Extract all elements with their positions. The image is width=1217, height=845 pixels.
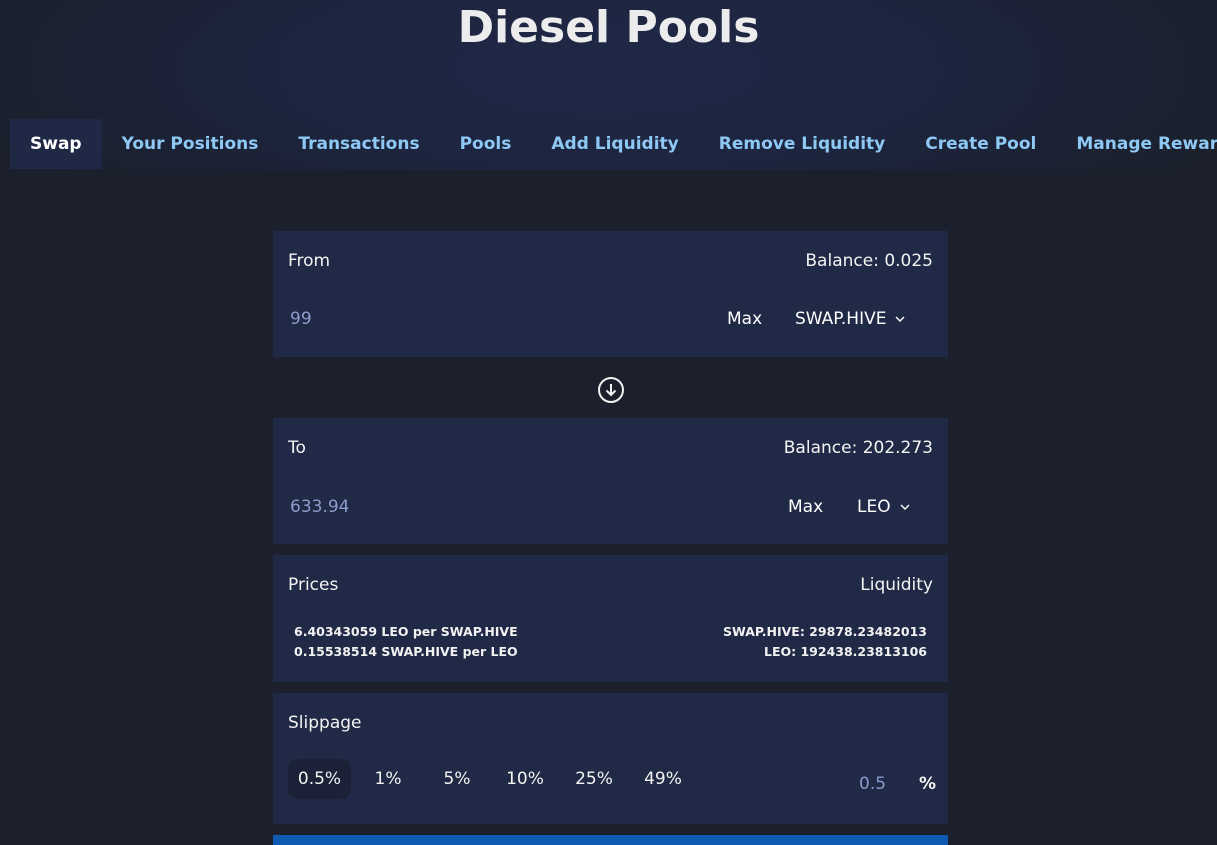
slippage-option-1[interactable]: 1%	[362, 759, 414, 799]
slippage-option-25[interactable]: 25%	[568, 759, 620, 799]
slippage-unit: %	[919, 774, 937, 794]
from-label: From	[288, 251, 331, 271]
swap-submit-button[interactable]	[273, 835, 948, 845]
liquidity-label: Liquidity	[860, 575, 933, 595]
tab-create-pool[interactable]: Create Pool	[905, 119, 1056, 169]
slippage-option-10[interactable]: 10%	[499, 759, 551, 799]
price-line: 6.40343059 LEO per SWAP.HIVE	[294, 624, 518, 639]
from-token-label: SWAP.HIVE	[795, 309, 887, 329]
prices-panel: Prices Liquidity 6.40343059 LEO per SWAP…	[273, 555, 948, 682]
from-panel: From Balance: 0.025 Max SWAP.HIVE	[273, 231, 948, 357]
from-balance: Balance: 0.025	[805, 251, 933, 271]
from-amount-input[interactable]	[290, 309, 590, 329]
page-title: Diesel Pools	[457, 2, 760, 53]
arrow-down-circle-icon[interactable]	[596, 375, 626, 405]
tab-remove-liquidity[interactable]: Remove Liquidity	[699, 119, 906, 169]
slippage-option-0-5[interactable]: 0.5%	[288, 759, 351, 799]
liquidity-line: SWAP.HIVE: 29878.23482013	[722, 624, 927, 639]
main-nav: Swap Your Positions Transactions Pools A…	[10, 119, 1217, 169]
to-token-select[interactable]: LEO	[857, 497, 911, 517]
slippage-option-5[interactable]: 5%	[431, 759, 483, 799]
to-label: To	[288, 438, 306, 458]
tab-pools[interactable]: Pools	[440, 119, 532, 169]
to-max-button[interactable]: Max	[788, 497, 823, 517]
chevron-down-icon	[895, 316, 905, 322]
tab-add-liquidity[interactable]: Add Liquidity	[531, 119, 698, 169]
slippage-option-49[interactable]: 49%	[637, 759, 689, 799]
prices-label: Prices	[288, 575, 339, 595]
tab-transactions[interactable]: Transactions	[278, 119, 439, 169]
to-token-label: LEO	[857, 497, 891, 517]
to-amount-input[interactable]	[290, 497, 590, 517]
chevron-down-icon	[900, 504, 910, 510]
tab-swap[interactable]: Swap	[10, 119, 102, 169]
tab-your-positions[interactable]: Your Positions	[102, 119, 279, 169]
from-max-button[interactable]: Max	[727, 309, 762, 329]
slippage-custom-input[interactable]	[859, 774, 899, 794]
liquidity-line: LEO: 192438.23813106	[764, 644, 927, 659]
from-token-select[interactable]: SWAP.HIVE	[795, 309, 906, 329]
price-line: 0.15538514 SWAP.HIVE per LEO	[294, 644, 518, 659]
to-balance: Balance: 202.273	[783, 438, 933, 458]
slippage-label: Slippage	[288, 713, 362, 733]
to-panel: To Balance: 202.273 Max LEO	[273, 418, 948, 544]
tab-manage-rewards[interactable]: Manage Rewards	[1056, 119, 1217, 169]
